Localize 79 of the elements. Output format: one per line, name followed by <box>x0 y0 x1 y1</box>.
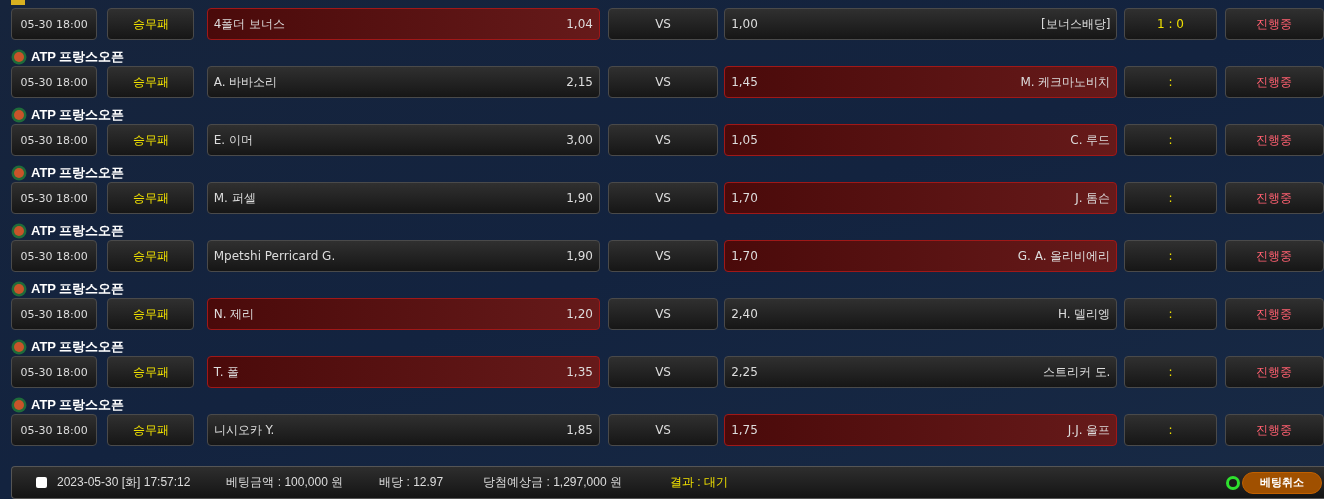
tennis-logo-icon <box>11 339 27 355</box>
match-score: : <box>1124 414 1217 446</box>
match-time: 05-30 18:00 <box>11 8 98 40</box>
home-odds-button[interactable]: 니시오카 Y. 1,85 <box>206 414 600 446</box>
market-type: 승무패 <box>107 66 194 98</box>
home-odds-button[interactable]: N. 제리 1,20 <box>206 298 600 330</box>
match-score: : <box>1124 356 1217 388</box>
market-type: 승무패 <box>107 240 194 272</box>
match-status: 진행중 <box>1224 298 1324 330</box>
away-odds-button[interactable]: 2,25 스트리커 도. <box>724 356 1118 388</box>
bet-datetime: 2023-05-30 [화] 17:57:12 <box>57 474 191 491</box>
vs-label: VS <box>607 356 719 388</box>
tennis-logo-icon <box>11 223 27 239</box>
away-odds-button[interactable]: 1,05 C. 루드 <box>724 124 1118 156</box>
league-name: ATP 프랑스오픈 <box>31 396 125 414</box>
vs-label: VS <box>607 66 719 98</box>
away-odds-button[interactable]: 1,45 M. 케크마노비치 <box>724 66 1118 98</box>
bet-result: 결과 : 대기 <box>669 474 728 491</box>
league-name: ATP 프랑스오픈 <box>31 338 125 356</box>
tennis-logo-icon <box>11 281 27 297</box>
market-type: 승무패 <box>107 298 194 330</box>
match-status: 진행중 <box>1224 8 1324 40</box>
match-time: 05-30 18:00 <box>11 356 98 388</box>
away-odds-button[interactable]: 1,00 [보너스배당] <box>724 8 1118 40</box>
match-status: 진행중 <box>1224 66 1324 98</box>
vs-label: VS <box>607 298 719 330</box>
match-status: 진행중 <box>1224 240 1324 272</box>
bet-amount: 베팅금액 : 100,000 원 <box>226 474 344 491</box>
match-time: 05-30 18:00 <box>11 124 98 156</box>
vs-label: VS <box>607 240 719 272</box>
match-time: 05-30 18:00 <box>11 66 98 98</box>
home-odds-button[interactable]: 4폴더 보너스 1,04 <box>206 8 600 40</box>
home-odds-button[interactable]: T. 폴 1,35 <box>206 356 600 388</box>
match-score: : <box>1124 124 1217 156</box>
league-name: ATP 프랑스오픈 <box>31 164 125 182</box>
match-time: 05-30 18:00 <box>11 240 98 272</box>
away-odds-button[interactable]: 1,70 J. 톰슨 <box>724 182 1118 214</box>
home-odds-button[interactable]: A. 바바소리 2,15 <box>206 66 600 98</box>
badge-icon <box>11 0 25 5</box>
vs-label: VS <box>607 124 719 156</box>
cancel-bet-button[interactable]: 베팅취소 <box>1242 471 1322 494</box>
match-score: : <box>1124 298 1217 330</box>
market-type: 승무패 <box>107 356 194 388</box>
match-status: 진행중 <box>1224 356 1324 388</box>
match-status: 진행중 <box>1224 414 1324 446</box>
vs-label: VS <box>607 182 719 214</box>
match-time: 05-30 18:00 <box>11 414 98 446</box>
status-dot-icon <box>1226 475 1240 490</box>
vs-label: VS <box>607 414 719 446</box>
match-score: : <box>1124 182 1217 214</box>
match-status: 진행중 <box>1224 124 1324 156</box>
expected-winnings: 당첨예상금 : 1,297,000 원 <box>483 474 622 491</box>
league-name: ATP 프랑스오픈 <box>31 280 125 298</box>
away-odds-button[interactable]: 2,40 H. 델리엥 <box>724 298 1118 330</box>
match-score: : <box>1124 66 1217 98</box>
league-name: ATP 프랑스오픈 <box>31 106 125 124</box>
match-status: 진행중 <box>1224 182 1324 214</box>
market-type: 승무패 <box>107 8 194 40</box>
bet-odds: 배당 : 12.97 <box>379 474 444 491</box>
checkbox[interactable] <box>36 477 47 488</box>
market-type: 승무패 <box>107 414 194 446</box>
away-odds-button[interactable]: 1,70 G. A. 올리비에리 <box>724 240 1118 272</box>
match-score: 1 : 0 <box>1124 8 1217 40</box>
match-score: : <box>1124 240 1217 272</box>
home-odds-button[interactable]: Mpetshi Perricard G. 1,90 <box>206 240 600 272</box>
home-odds-button[interactable]: M. 퍼셀 1,90 <box>206 182 600 214</box>
tennis-logo-icon <box>11 107 27 123</box>
market-type: 승무패 <box>107 124 194 156</box>
league-name: ATP 프랑스오픈 <box>31 222 125 240</box>
home-odds-button[interactable]: E. 이머 3,00 <box>206 124 600 156</box>
away-odds-button[interactable]: 1,75 J.J. 울프 <box>724 414 1118 446</box>
tennis-logo-icon <box>11 49 27 65</box>
tennis-logo-icon <box>11 165 27 181</box>
vs-label: VS <box>607 8 719 40</box>
match-time: 05-30 18:00 <box>11 182 98 214</box>
market-type: 승무패 <box>107 182 194 214</box>
match-time: 05-30 18:00 <box>11 298 98 330</box>
league-name: ATP 프랑스오픈 <box>31 48 125 66</box>
tennis-logo-icon <box>11 397 27 413</box>
